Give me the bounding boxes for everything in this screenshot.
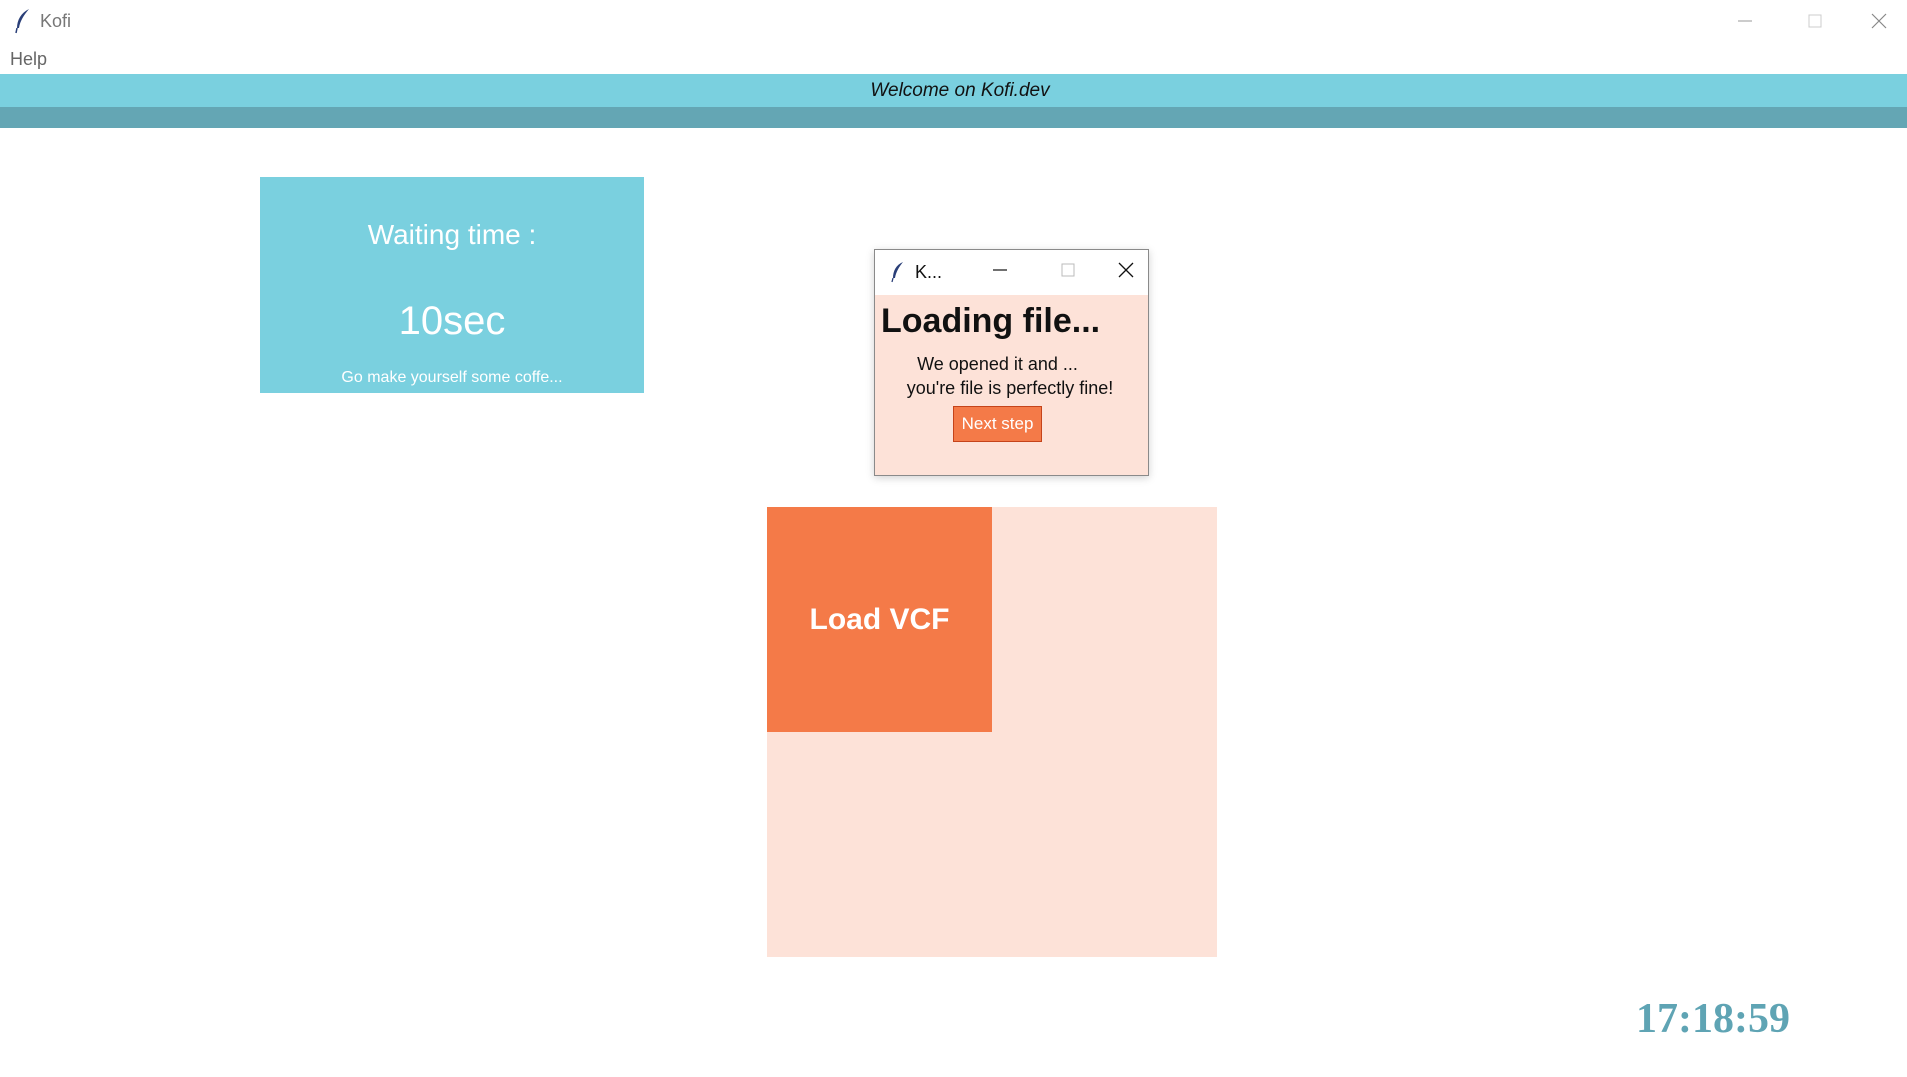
maximize-button[interactable] bbox=[1780, 0, 1850, 42]
minimize-icon bbox=[1737, 13, 1753, 29]
window-title: Kofi bbox=[40, 11, 72, 31]
load-vcf-button[interactable]: Load VCF bbox=[767, 507, 992, 732]
feather-icon bbox=[891, 261, 905, 283]
waiting-card: Waiting time : 10sec Go make yourself so… bbox=[260, 177, 644, 393]
close-icon bbox=[1118, 262, 1134, 283]
dialog-titlebar: K... bbox=[875, 250, 1148, 295]
clock: 17:18:59 bbox=[1636, 996, 1790, 1042]
close-button[interactable] bbox=[1850, 0, 1907, 42]
next-step-button[interactable]: Next step bbox=[953, 406, 1042, 442]
dialog-close-button[interactable] bbox=[1101, 250, 1151, 295]
waiting-value: 10sec bbox=[398, 299, 506, 343]
minimize-button[interactable] bbox=[1710, 0, 1780, 42]
window-titlebar: Kofi bbox=[0, 0, 1907, 42]
menu-bar: Help bbox=[0, 45, 1907, 73]
waiting-note: Go make yourself some coffe... bbox=[341, 369, 563, 386]
minimize-icon bbox=[992, 262, 1008, 283]
dialog-message-line2: you're file is perfectly fine! bbox=[906, 378, 1114, 398]
feather-icon bbox=[14, 8, 32, 34]
dialog-maximize-button[interactable] bbox=[1043, 250, 1093, 295]
banner-stripe bbox=[0, 107, 1907, 128]
dialog-minimize-button[interactable] bbox=[975, 250, 1025, 295]
dialog-message-line1: We opened it and ... bbox=[917, 354, 1078, 374]
maximize-icon bbox=[1807, 13, 1823, 29]
menu-help[interactable]: Help bbox=[10, 49, 47, 70]
welcome-text: Welcome on Kofi.dev bbox=[870, 80, 1050, 101]
close-icon bbox=[1871, 13, 1887, 29]
dialog-heading: Loading file... bbox=[881, 302, 1101, 340]
maximize-icon bbox=[1060, 262, 1076, 283]
loading-dialog: K... Loading file... We opened it and ..… bbox=[874, 249, 1149, 476]
welcome-banner: Welcome on Kofi.dev bbox=[0, 74, 1907, 107]
dialog-title: K... bbox=[915, 262, 943, 282]
load-panel: Load VCF bbox=[767, 507, 1217, 957]
waiting-label: Waiting time : bbox=[367, 219, 537, 250]
